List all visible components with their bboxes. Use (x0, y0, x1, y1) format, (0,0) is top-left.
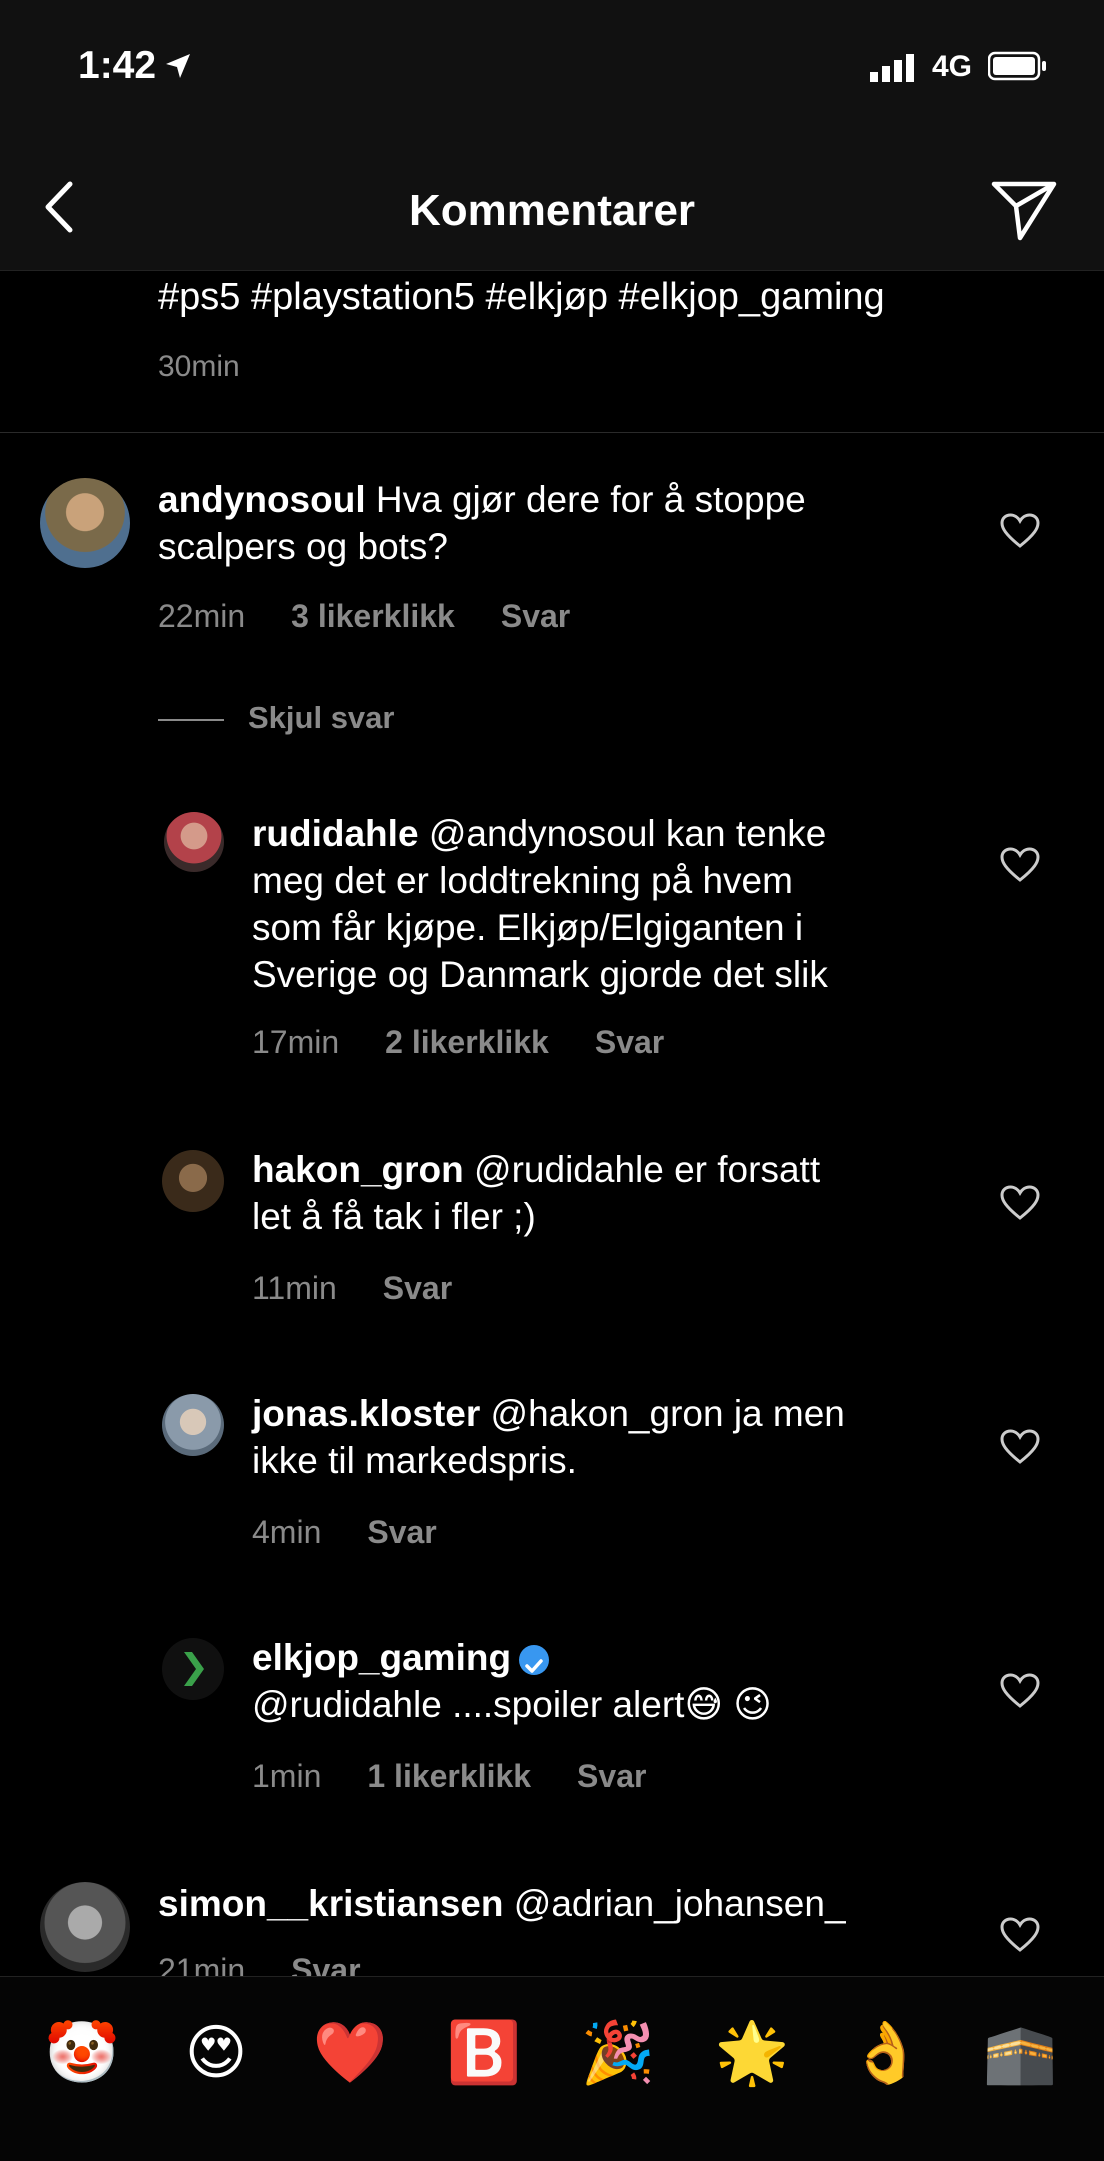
avatar[interactable] (164, 812, 224, 872)
divider (0, 432, 1104, 433)
post-caption-hashtags: #ps5 #playstation5 #elkjøp #elkjop_gamin… (158, 276, 885, 318)
reply-button[interactable]: Svar (383, 1270, 452, 1306)
location-arrow-icon (166, 54, 190, 78)
comment-username[interactable]: simon__kristiansen (158, 1883, 503, 1924)
comment-time: 1min (252, 1758, 322, 1794)
like-heart-icon[interactable] (999, 512, 1041, 550)
comment-username[interactable]: elkjop_gaming (252, 1637, 511, 1678)
likes-count[interactable]: 2 likerklikk (385, 1024, 549, 1060)
header: Kommentarer (0, 150, 1104, 271)
reply-button[interactable]: Svar (595, 1024, 664, 1060)
hide-replies-toggle[interactable]: Skjul svar (158, 700, 394, 736)
comment-meta: 11min Svar (252, 1270, 498, 1307)
avatar[interactable] (40, 1882, 130, 1972)
caption-timestamp: 30min (158, 350, 240, 383)
status-time: 1:42 (78, 44, 157, 87)
verified-badge-icon (519, 1645, 550, 1676)
b-button-emoji-button[interactable]: 🅱️ (444, 2013, 524, 2093)
comment-meta: 4min Svar (252, 1514, 483, 1551)
comment-text: andynosoul Hva gjør dere for å stoppe sc… (158, 479, 806, 567)
like-heart-icon[interactable] (999, 1184, 1041, 1222)
glowing-star-emoji-button[interactable]: 🌟 (712, 2013, 792, 2093)
ok-hand-emoji-button[interactable]: 👌 (846, 2013, 926, 2093)
comment-meta: 22min 3 likerklikk Svar (158, 598, 616, 635)
like-heart-icon[interactable] (999, 846, 1041, 884)
comment-text: simon__kristiansen @adrian_johansen_ (158, 1883, 846, 1924)
comment-username[interactable]: jonas.kloster (252, 1393, 480, 1434)
comment-text: rudidahle @andynosoul kan tenke meg det … (252, 813, 828, 995)
comment-text: hakon_gron @rudidahle er forsatt let å f… (252, 1149, 821, 1237)
avatar[interactable] (162, 1394, 224, 1456)
like-heart-icon[interactable] (999, 1672, 1041, 1710)
avatar[interactable] (40, 478, 130, 568)
like-heart-icon[interactable] (999, 1428, 1041, 1466)
comment-time: 11min (252, 1270, 337, 1306)
comment-time: 22min (158, 598, 246, 634)
avatar[interactable] (162, 1150, 224, 1212)
emoji-reaction-bar: 🤡 😍 ❤️ 🅱️ 🎉 🌟 👌 🕋 (0, 1976, 1104, 2161)
elkjop-logo-icon (184, 1652, 204, 1686)
status-bar: 1:42 4G (0, 0, 1104, 150)
reply-button[interactable]: Svar (501, 598, 570, 634)
battery-icon (988, 51, 1046, 81)
direct-send-icon[interactable] (988, 174, 1060, 246)
reply-button[interactable]: Svar (577, 1758, 646, 1794)
kaaba-emoji-button[interactable]: 🕋 (980, 2013, 1060, 2093)
comment-username[interactable]: hakon_gron (252, 1149, 464, 1190)
signal-icon (870, 54, 914, 82)
party-popper-emoji-button[interactable]: 🎉 (578, 2013, 658, 2093)
red-heart-emoji-button[interactable]: ❤️ (310, 2013, 390, 2093)
comment-username[interactable]: andynosoul (158, 479, 366, 520)
comment-time: 17min (252, 1024, 340, 1060)
comment-meta: 1min 1 likerklikk Svar (252, 1758, 692, 1795)
clown-emoji-button[interactable]: 🤡 (42, 2013, 122, 2093)
like-heart-icon[interactable] (999, 1916, 1041, 1954)
avatar[interactable] (162, 1638, 224, 1700)
comment-text: jonas.kloster @hakon_gron ja men ikke ti… (252, 1393, 845, 1481)
likes-count[interactable]: 3 likerklikk (291, 598, 455, 634)
likes-count[interactable]: 1 likerklikk (367, 1758, 531, 1794)
comment-meta: 17min 2 likerklikk Svar (252, 1024, 710, 1061)
heart-eyes-emoji-button[interactable]: 😍 (176, 2013, 256, 2093)
page-title: Kommentarer (408, 186, 696, 235)
reply-button[interactable]: Svar (367, 1514, 436, 1550)
divider-line (158, 718, 224, 721)
comment-time: 4min (252, 1514, 322, 1550)
network-type: 4G (932, 50, 973, 83)
comment-text: elkjop_gaming @rudidahle ....spoiler ale… (252, 1637, 772, 1725)
comment-username[interactable]: rudidahle (252, 813, 419, 854)
